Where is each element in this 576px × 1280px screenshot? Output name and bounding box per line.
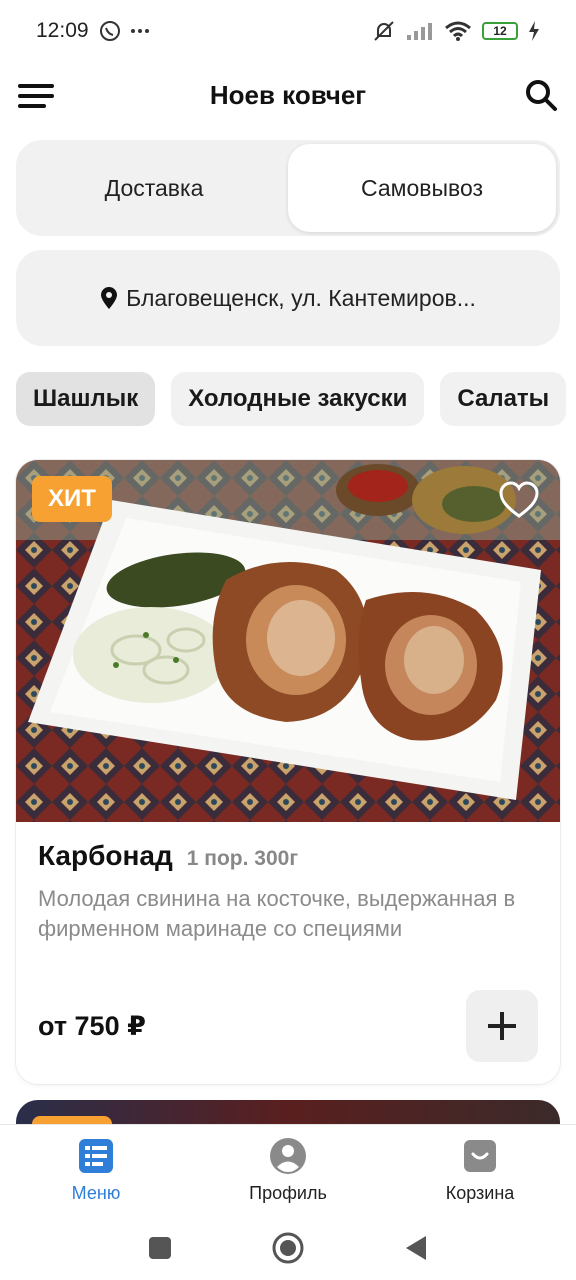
- more-dots-icon: [130, 29, 149, 33]
- nav-profile[interactable]: Профиль: [192, 1125, 384, 1216]
- viber-icon: [99, 21, 120, 41]
- category-salads[interactable]: Салаты: [440, 372, 567, 426]
- nav-profile-label: Профиль: [249, 1183, 327, 1203]
- address-text: Благовещенск, ул. Кантемиров...: [126, 284, 476, 311]
- mute-bell-icon: [374, 21, 394, 41]
- product-name: Карбонад: [38, 840, 173, 871]
- category-bar: Шашлык Холодные закуски Салаты: [16, 372, 576, 428]
- charging-icon: [529, 21, 539, 41]
- home-circle-icon: [272, 1232, 304, 1264]
- profile-icon: [270, 1138, 306, 1174]
- bottom-nav: Меню Профиль Корзина: [0, 1124, 576, 1216]
- add-to-cart-button[interactable]: [466, 990, 538, 1062]
- recent-apps-button[interactable]: [143, 1231, 177, 1265]
- plus-icon: [488, 1012, 516, 1040]
- system-nav-bar: [0, 1216, 576, 1280]
- category-cold-snacks[interactable]: Холодные закуски: [171, 372, 425, 426]
- search-icon[interactable]: [524, 78, 558, 112]
- hamburger-icon[interactable]: [18, 82, 56, 110]
- cart-bag-icon: [464, 1140, 496, 1172]
- status-bar: 12:09 12: [0, 0, 576, 62]
- product-image: ХИТ: [16, 460, 560, 822]
- app-header: Ноев ковчег: [0, 62, 576, 128]
- category-shashlyk[interactable]: Шашлык: [16, 372, 156, 426]
- address-selector[interactable]: Благовещенск, ул. Кантемиров...: [16, 250, 560, 346]
- delivery-mode-toggle: Доставка Самовывоз: [16, 140, 560, 236]
- square-icon: [149, 1237, 171, 1259]
- back-triangle-icon: [406, 1236, 426, 1260]
- heart-outline-icon[interactable]: [498, 480, 540, 520]
- status-time: 12:09: [36, 19, 89, 42]
- nav-cart-label: Корзина: [445, 1183, 515, 1203]
- nav-menu[interactable]: Меню: [0, 1125, 192, 1216]
- product-description: Молодая свинина на косточке, выдержанная…: [38, 886, 516, 941]
- back-button[interactable]: [399, 1231, 433, 1265]
- delivery-option[interactable]: Доставка: [20, 144, 288, 232]
- hit-badge: ХИТ: [32, 476, 112, 522]
- nav-menu-label: Меню: [71, 1183, 121, 1203]
- battery-icon: 12: [482, 22, 518, 40]
- signal-icon: [407, 23, 432, 40]
- menu-list-icon: [79, 1139, 113, 1173]
- product-price: от 750 ₽: [38, 1010, 146, 1041]
- wifi-icon: [445, 21, 471, 41]
- product-card[interactable]: ХИТ Карбонад 1 пор. 300г Молодая свинина…: [16, 460, 560, 1084]
- product-portion: 1 пор. 300г: [186, 847, 299, 870]
- nav-cart[interactable]: Корзина: [384, 1125, 576, 1216]
- location-pin-icon: [101, 287, 118, 309]
- pickup-option[interactable]: Самовывоз: [288, 144, 556, 232]
- home-button[interactable]: [271, 1231, 305, 1265]
- page-title: Ноев ковчег: [209, 79, 367, 110]
